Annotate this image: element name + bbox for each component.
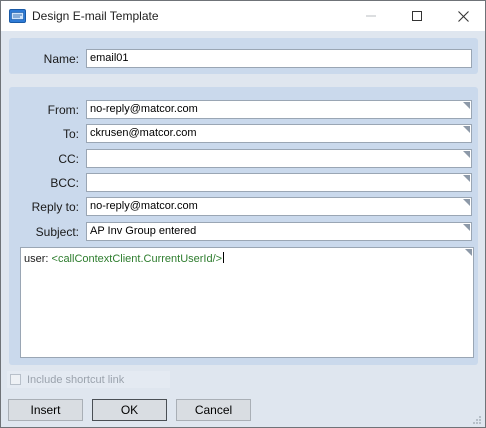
subject-label: Subject:	[35, 225, 79, 239]
from-field[interactable]: no-reply@matcor.com	[86, 100, 472, 119]
field-expand-corner-icon[interactable]	[463, 126, 470, 133]
ok-button[interactable]: OK	[92, 399, 167, 421]
field-expand-corner-icon[interactable]	[463, 199, 470, 206]
field-expand-corner-icon[interactable]	[463, 102, 470, 109]
to-label: To:	[62, 127, 79, 141]
cc-field[interactable]	[86, 149, 472, 168]
from-value: no-reply@matcor.com	[90, 103, 198, 115]
to-field[interactable]: ckrusen@matcor.com	[86, 124, 472, 143]
include-shortcut-checkbox[interactable]	[10, 374, 21, 385]
field-expand-corner-icon[interactable]	[463, 175, 470, 182]
close-icon	[457, 10, 469, 22]
field-expand-corner-icon[interactable]	[465, 249, 472, 256]
reply-to-label: Reply to:	[31, 200, 79, 214]
maximize-icon	[412, 11, 422, 21]
body-prefix: user:	[24, 253, 52, 265]
text-caret	[223, 252, 225, 263]
minimize-button[interactable]	[348, 1, 394, 31]
include-shortcut-label: Include shortcut link	[27, 373, 125, 386]
insert-button[interactable]: Insert	[8, 399, 83, 421]
minimize-icon	[366, 15, 376, 17]
field-expand-corner-icon[interactable]	[463, 151, 470, 158]
cancel-button[interactable]: Cancel	[176, 399, 251, 421]
reply-to-field[interactable]: no-reply@matcor.com	[86, 197, 472, 216]
maximize-button[interactable]	[394, 1, 440, 31]
subject-field[interactable]: AP Inv Group entered	[86, 222, 472, 241]
field-expand-corner-icon[interactable]	[463, 224, 470, 231]
dialog-window: Design E-mail Template Name: email01 Fro…	[0, 0, 486, 428]
name-field[interactable]: email01	[86, 49, 472, 68]
title-bar[interactable]: Design E-mail Template	[1, 1, 485, 31]
close-button[interactable]	[440, 1, 486, 31]
body-tag: <callContextClient.CurrentUserId/>	[51, 253, 223, 265]
name-value: email01	[90, 52, 129, 64]
include-shortcut-option[interactable]: Include shortcut link	[7, 371, 170, 388]
cc-label: CC:	[58, 152, 79, 166]
body-editor[interactable]: user: <callContextClient.CurrentUserId/>	[20, 247, 474, 358]
window-title: Design E-mail Template	[32, 9, 159, 23]
subject-value: AP Inv Group entered	[90, 225, 197, 237]
to-value: ckrusen@matcor.com	[90, 127, 197, 139]
bcc-label: BCC:	[50, 176, 79, 190]
resize-grip-icon[interactable]	[472, 414, 482, 424]
from-label: From:	[47, 103, 79, 117]
bcc-field[interactable]	[86, 173, 472, 192]
name-label: Name:	[43, 52, 79, 66]
reply-to-value: no-reply@matcor.com	[90, 200, 198, 212]
app-window-icon	[9, 9, 26, 23]
